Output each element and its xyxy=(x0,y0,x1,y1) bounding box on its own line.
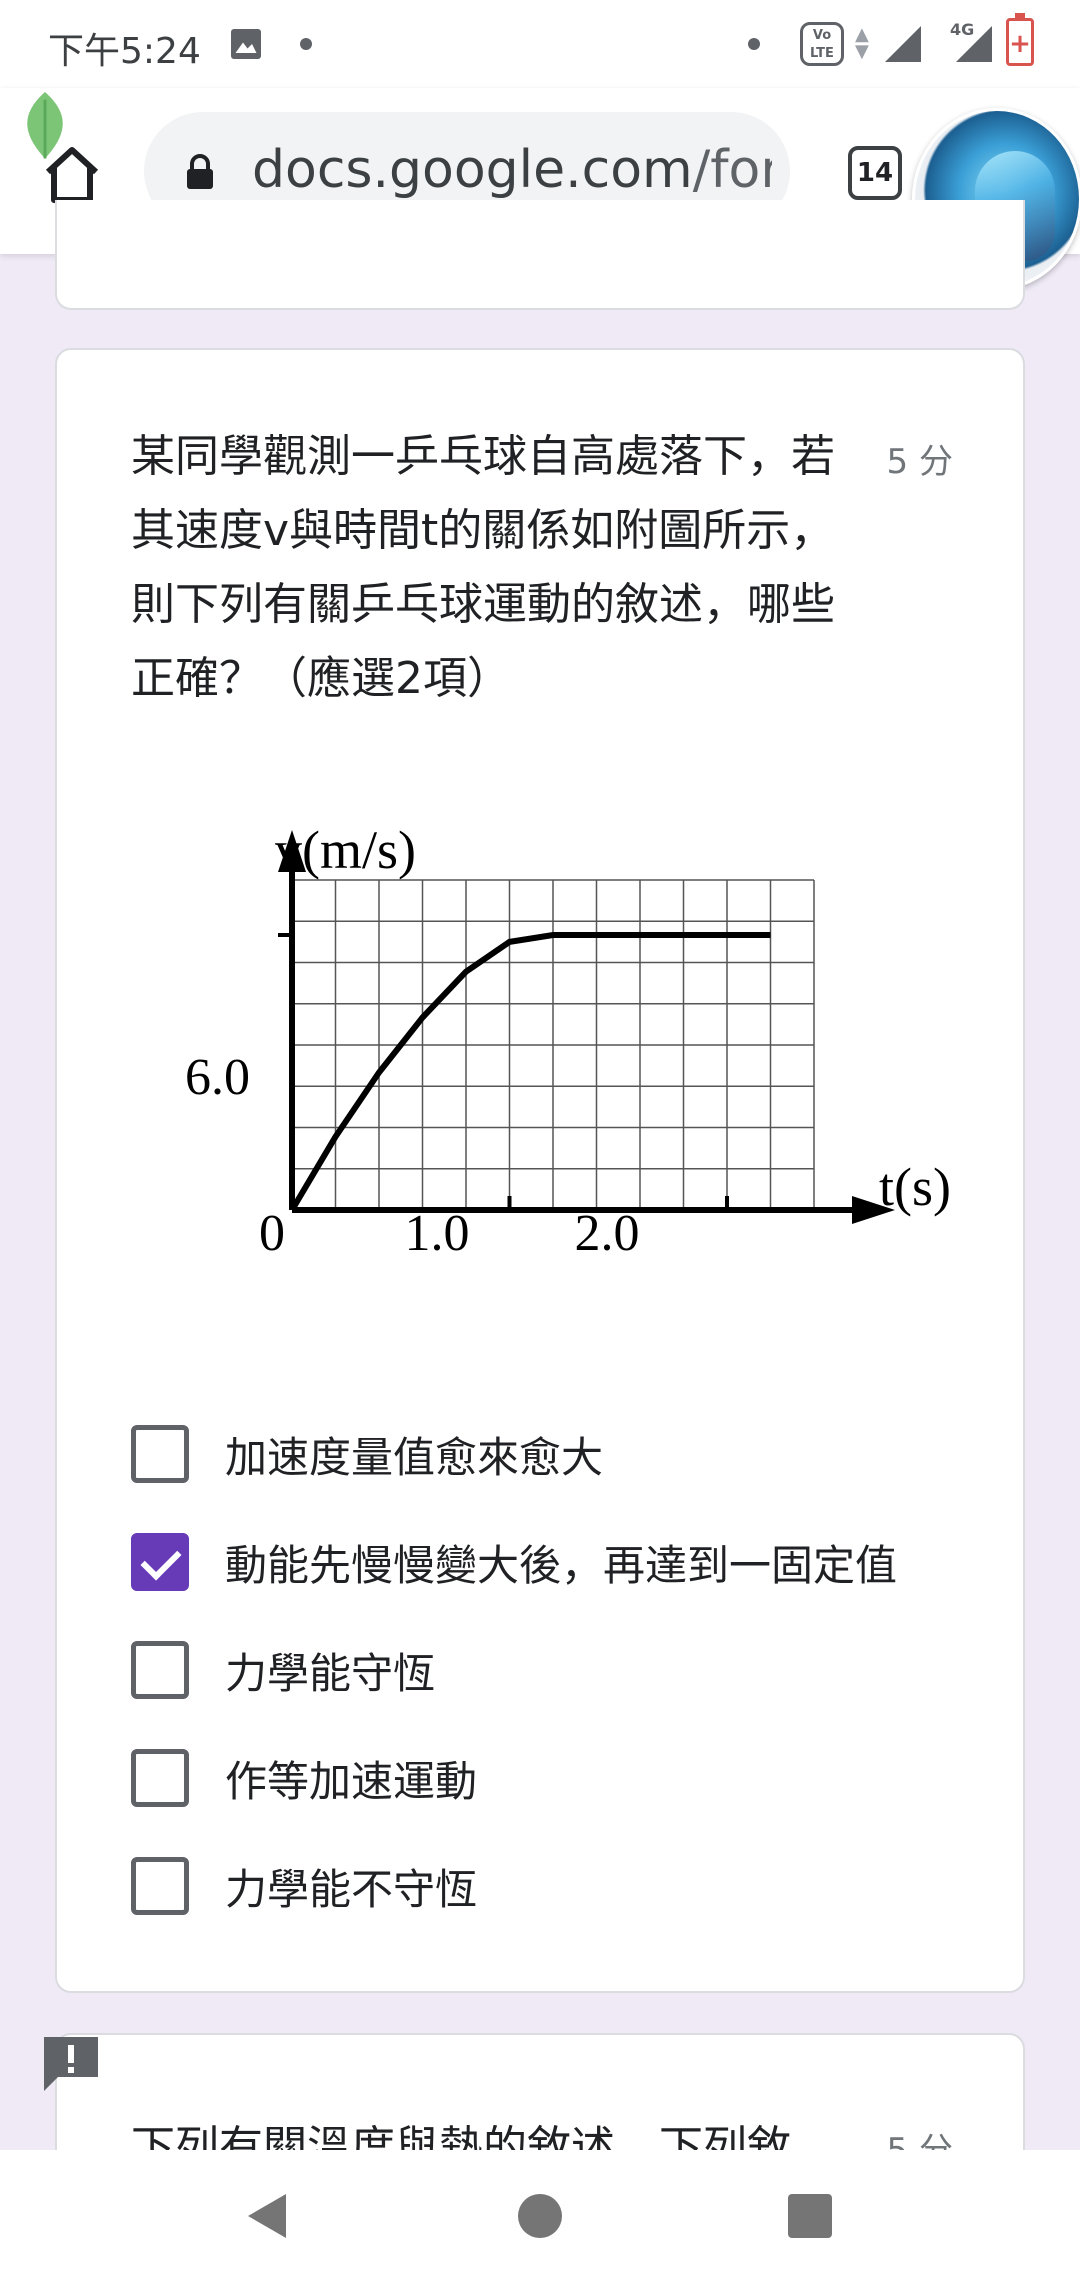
option-item[interactable]: 加速度量值愈來愈大 xyxy=(131,1400,897,1508)
data-arrows-icon: ▲ ▼ xyxy=(855,24,869,62)
option-label: 力學能守恆 xyxy=(225,1648,436,1698)
x-tick-label: 0 xyxy=(259,1205,285,1262)
option-item[interactable]: 力學能不守恆 xyxy=(131,1832,897,1940)
x-tick-label: 2.0 xyxy=(575,1205,640,1262)
notification-dot-icon xyxy=(748,38,760,50)
recent-apps-icon[interactable] xyxy=(788,2194,832,2238)
signal-icon xyxy=(956,26,992,62)
option-label: 動能先慢慢變大後，再達到一固定值 xyxy=(225,1540,898,1590)
notification-dot-icon xyxy=(300,38,312,50)
battery-icon: + xyxy=(1006,13,1034,66)
option-item[interactable]: 作等加速運動 xyxy=(131,1724,897,1832)
volte-icon: Vo LTE xyxy=(800,22,844,66)
navigation-bar xyxy=(0,2150,1080,2280)
url-text: docs.google.com/for xyxy=(252,140,772,200)
gallery-icon xyxy=(231,29,261,59)
question-card: 某同學觀測一乒乓球自高處落下，若其速度v與時間t的關係如附圖所示，則下列有關乒乓… xyxy=(55,348,1025,1993)
checkbox[interactable] xyxy=(131,1425,189,1483)
feedback-icon[interactable] xyxy=(40,2033,102,2091)
x-axis-label: t(s) xyxy=(879,1157,951,1217)
status-bar: 下午5:24 Vo LTE ▲ ▼ 4G + xyxy=(0,0,1080,88)
options-list: 加速度量值愈來愈大 動能先慢慢變大後，再達到一固定值 力學能守恆 作等加速運動 … xyxy=(131,1400,897,1940)
checkbox-checked[interactable] xyxy=(131,1533,189,1591)
home-icon[interactable] xyxy=(40,142,104,206)
home-nav-icon[interactable] xyxy=(518,2194,562,2238)
signal-icon xyxy=(885,26,921,62)
velocity-time-graph: v(m/s) t(s) 6.0 0 1.0 2.0 xyxy=(185,820,951,1262)
option-label: 力學能不守恆 xyxy=(225,1864,478,1914)
checkbox[interactable] xyxy=(131,1857,189,1915)
back-icon[interactable] xyxy=(246,2192,288,2240)
tab-switcher-button[interactable]: 14 xyxy=(848,146,902,200)
y-axis-label: v(m/s) xyxy=(275,820,416,880)
option-label: 加速度量值愈來愈大 xyxy=(225,1432,604,1482)
option-label: 作等加速運動 xyxy=(225,1756,478,1806)
checkbox[interactable] xyxy=(131,1749,189,1807)
checkbox[interactable] xyxy=(131,1641,189,1699)
y-tick-label: 6.0 xyxy=(185,1049,250,1106)
question-title: 某同學觀測一乒乓球自高處落下，若其速度v與時間t的關係如附圖所示，則下列有關乒乓… xyxy=(131,431,835,704)
option-item[interactable]: 力學能守恆 xyxy=(131,1616,897,1724)
option-item[interactable]: 動能先慢慢變大後，再達到一固定值 xyxy=(131,1508,897,1616)
question-points: 5 分 xyxy=(886,442,953,482)
previous-question-card xyxy=(55,200,1025,310)
lock-icon xyxy=(187,154,213,189)
x-tick-label: 1.0 xyxy=(405,1205,470,1262)
status-time: 下午5:24 xyxy=(48,31,201,72)
